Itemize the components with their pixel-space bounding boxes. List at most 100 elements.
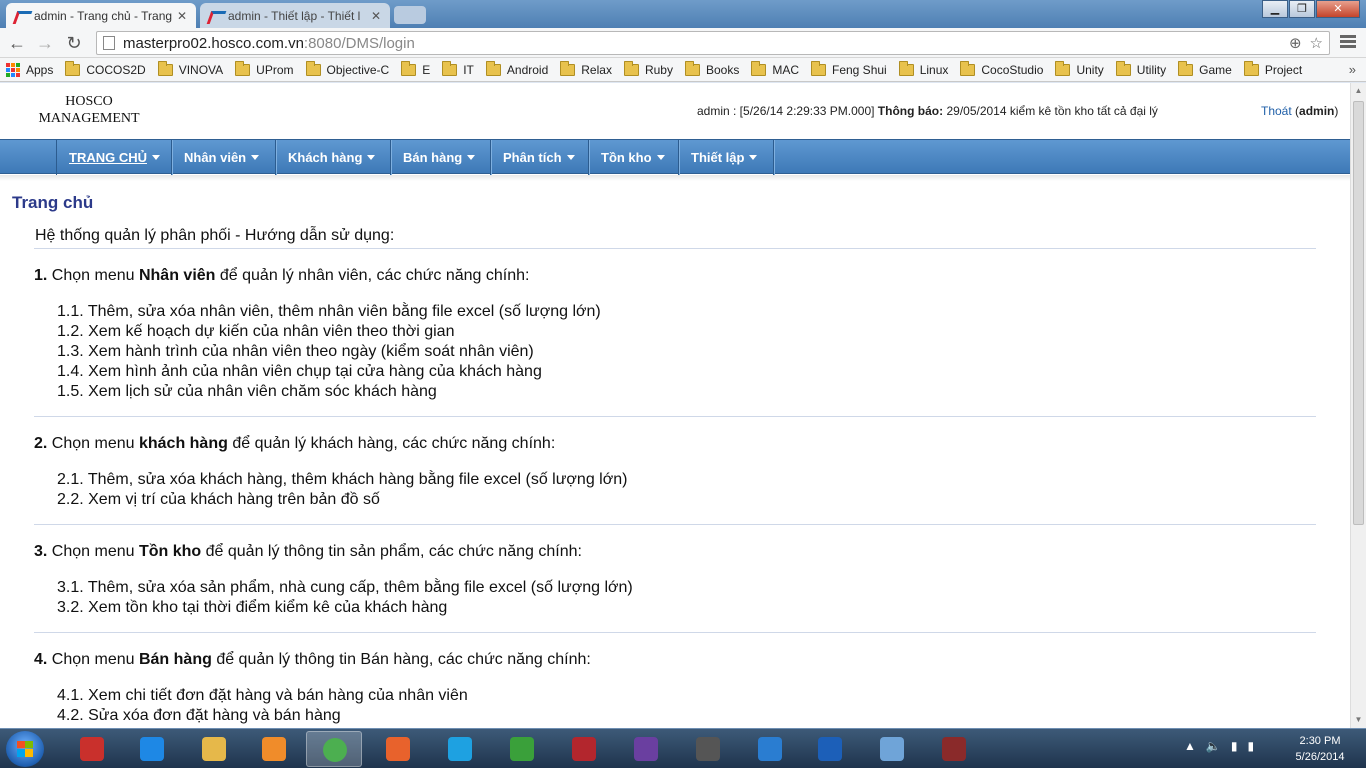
firefox-icon xyxy=(386,737,410,761)
section-heading-bold: Nhân viên xyxy=(138,267,216,284)
new-tab-button[interactable] xyxy=(394,6,426,24)
bookmark-folder[interactable]: VINOVA xyxy=(157,60,223,77)
chrome-menu-icon[interactable] xyxy=(1340,33,1356,50)
taskbar-internet-explorer-button[interactable] xyxy=(124,731,180,767)
list-item: 4.1. Xem chi tiết đơn đặt hàng và bán hà… xyxy=(57,687,468,704)
bookmark-apps[interactable]: Apps xyxy=(6,62,53,77)
forward-arrow-icon[interactable]: → xyxy=(34,32,56,54)
folder-icon xyxy=(1115,60,1131,76)
bookmark-label: Unity xyxy=(1076,62,1104,77)
taskbar-windows-explorer-button[interactable] xyxy=(64,731,120,767)
bookmark-folder[interactable]: Feng Shui xyxy=(811,60,887,77)
section-heading-num: 1. xyxy=(34,267,48,284)
clover-icon xyxy=(510,737,534,761)
taskbar-winrar-button[interactable] xyxy=(926,731,982,767)
taskbar-gift-button[interactable] xyxy=(556,731,612,767)
reload-icon[interactable]: ↻ xyxy=(63,32,85,54)
section-heading: 1. Chọn menu Nhân viên để quản lý nhân v… xyxy=(34,266,1316,286)
site-favicon-icon xyxy=(14,9,28,23)
chevron-down-icon xyxy=(152,155,160,160)
media-player-icon xyxy=(262,737,286,761)
bookmark-folder[interactable]: E xyxy=(401,60,430,77)
bookmark-folder[interactable]: Utility xyxy=(1115,60,1166,77)
menu-item-4[interactable]: Phân tích xyxy=(491,140,589,175)
network-signal-icon[interactable]: ▮ xyxy=(1247,739,1254,753)
browser-tab-settings[interactable]: admin - Thiết lập - Thiết l ✕ xyxy=(200,3,390,28)
menu-item-2[interactable]: Khách hàng xyxy=(276,140,391,175)
header-info: admin : [5/26/14 2:29:33 PM.000] Thông b… xyxy=(697,104,1158,118)
bookmark-folder[interactable]: IT xyxy=(442,60,474,77)
taskbar-chrome-button[interactable] xyxy=(306,731,362,767)
show-hidden-icons-icon[interactable]: ▲ xyxy=(1184,739,1196,753)
section-heading: 2. Chọn menu khách hàng để quản lý khách… xyxy=(34,434,1316,454)
bookmark-folder[interactable]: Unity xyxy=(1055,60,1104,77)
guide-content: Hệ thống quản lý phân phối - Hướng dẫn s… xyxy=(34,225,1316,728)
main-menu: TRANG CHỦ Nhân viên Khách hàng Bán hàng Phân… xyxy=(0,139,1350,175)
notice-label: Thông báo: xyxy=(877,104,944,118)
bookmark-folder[interactable]: Project xyxy=(1243,60,1302,77)
vertical-scrollbar[interactable]: ▲ ▼ xyxy=(1350,83,1366,728)
volume-icon[interactable]: 🔈 xyxy=(1206,739,1221,753)
menu-item-6[interactable]: Thiết lập xyxy=(679,140,774,175)
maximize-button[interactable]: ❐ xyxy=(1289,0,1315,18)
back-arrow-icon[interactable]: ← xyxy=(6,32,28,54)
folder-icon xyxy=(623,60,639,76)
folder-icon xyxy=(485,60,501,76)
section-heading-num: 3. xyxy=(34,543,48,560)
close-icon[interactable]: ✕ xyxy=(370,9,382,23)
start-button[interactable] xyxy=(6,731,44,767)
taskbar-skype-button[interactable] xyxy=(432,731,488,767)
scroll-down-arrow-icon[interactable]: ▼ xyxy=(1351,712,1366,728)
bookmark-folder[interactable]: Relax xyxy=(560,60,612,77)
bookmark-label: Linux xyxy=(919,62,949,77)
section-heading-pre: Chọn menu xyxy=(51,267,135,284)
chevron-down-icon xyxy=(251,155,260,160)
chevron-down-icon xyxy=(566,155,575,160)
zoom-icon[interactable]: ⊕ xyxy=(1289,34,1302,52)
taskbar-media-player-button[interactable] xyxy=(246,731,302,767)
list-item: 4.2. Sửa xóa đơn đặt hàng và bán hàng xyxy=(57,707,341,724)
bookmark-folder[interactable]: UProm xyxy=(235,60,294,77)
bookmark-folder[interactable]: Objective-C xyxy=(305,60,389,77)
menu-item-0[interactable]: TRANG CHỦ xyxy=(57,140,172,175)
close-icon[interactable]: ✕ xyxy=(176,9,188,23)
taskbar-visual-studio-button[interactable] xyxy=(618,731,674,767)
scroll-up-arrow-icon[interactable]: ▲ xyxy=(1351,83,1366,99)
menu-item-5[interactable]: Tồn kho xyxy=(589,140,679,175)
scroll-thumb[interactable] xyxy=(1353,101,1364,525)
bookmark-folder[interactable]: Books xyxy=(684,60,739,77)
list-item: 1.3. Xem hành trình của nhân viên theo n… xyxy=(57,343,534,360)
address-bar[interactable]: masterpro02.hosco.com.vn:8080/DMS/login … xyxy=(96,31,1330,55)
libraries-icon xyxy=(202,737,226,761)
minimize-button[interactable]: ▁ xyxy=(1262,0,1288,18)
taskbar-sublime-button[interactable] xyxy=(680,731,736,767)
taskbar-penguin-button[interactable] xyxy=(742,731,798,767)
folder-icon xyxy=(560,60,576,76)
bookmark-folder[interactable]: Game xyxy=(1178,60,1232,77)
bookmark-folder[interactable]: COCOS2D xyxy=(65,60,146,77)
bookmark-folder[interactable]: MAC xyxy=(751,60,799,77)
list-item: 3.1. Thêm, sửa xóa sản phẩm, nhà cung cấ… xyxy=(57,579,633,596)
taskbar-word-button[interactable] xyxy=(802,731,858,767)
close-window-button[interactable]: ✕ xyxy=(1316,0,1360,18)
word-icon xyxy=(818,737,842,761)
menu-item-1[interactable]: Nhân viên xyxy=(172,140,276,175)
bookmark-folder[interactable]: Ruby xyxy=(623,60,673,77)
bookmark-folder[interactable]: CocoStudio xyxy=(960,60,1043,77)
bookmarks-overflow-button[interactable]: » xyxy=(1349,62,1356,77)
bookmark-star-icon[interactable]: ☆ xyxy=(1310,34,1323,52)
bookmark-folder[interactable]: Linux xyxy=(898,60,949,77)
power-icon[interactable]: ▮ xyxy=(1231,739,1238,753)
taskbar-paint-button[interactable] xyxy=(864,731,920,767)
taskbar-firefox-button[interactable] xyxy=(370,731,426,767)
taskbar-libraries-button[interactable] xyxy=(186,731,242,767)
system-clock[interactable]: 2:30 PM 5/26/2014 xyxy=(1280,733,1360,765)
bookmark-folder[interactable]: Android xyxy=(485,60,548,77)
browser-tab-home[interactable]: admin - Trang chủ - Trang ✕ xyxy=(6,3,196,28)
menu-item-3[interactable]: Bán hàng xyxy=(391,140,491,175)
taskbar-clover-button[interactable] xyxy=(494,731,550,767)
list-item: 1.4. Xem hình ảnh của nhân viên chụp tại… xyxy=(57,363,542,380)
logout-link[interactable]: Thoát xyxy=(1261,104,1292,118)
menu-label: Nhân viên xyxy=(184,150,247,165)
list-item: 2.2. Xem vị trí của khách hàng trên bản … xyxy=(57,491,380,508)
